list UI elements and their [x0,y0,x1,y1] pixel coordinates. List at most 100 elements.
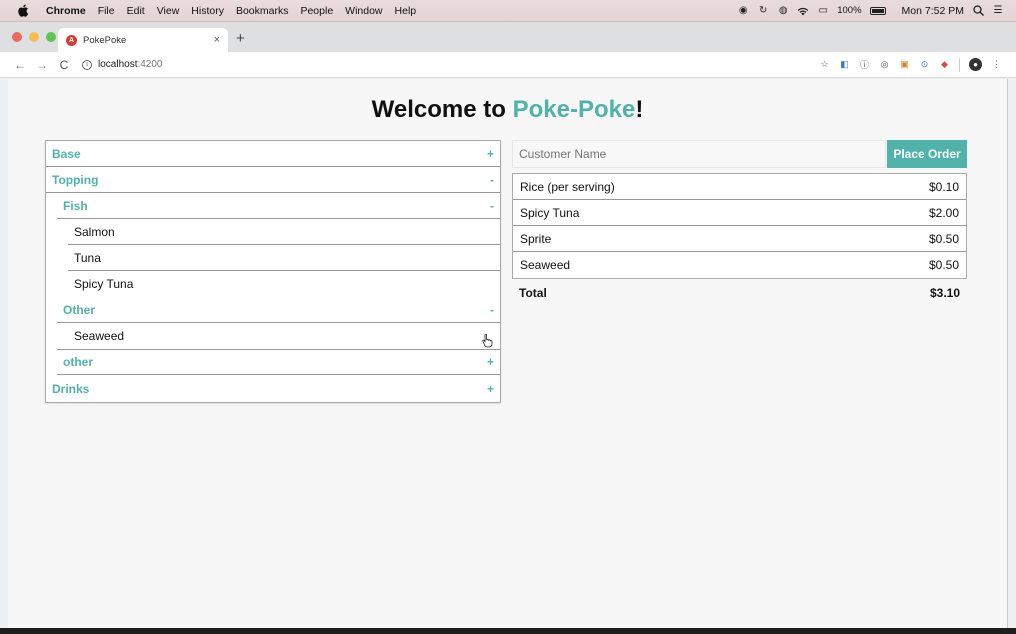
chrome-menu-icon[interactable]: ⋮ [991,59,1002,70]
menu-item-salmon[interactable]: Salmon [68,219,500,245]
site-info-icon[interactable]: i [82,59,92,70]
tab-pokepoke[interactable]: A PokePoke × [58,28,228,52]
menu-item-label: Tuna [74,250,101,265]
customer-name-input[interactable] [512,140,886,168]
place-order-button[interactable]: Place Order [887,140,967,168]
expand-plus-icon[interactable]: + [487,382,494,396]
menubar-clock[interactable]: Mon 7:52 PM [902,5,964,17]
category-base-label: Base [52,146,81,161]
menu-window[interactable]: Window [345,5,382,17]
subcategory-fish[interactable]: Fish - [57,193,500,219]
extension-gray-icon[interactable]: ◎ [879,59,890,70]
menu-item-seaweed[interactable]: Seaweed [68,323,500,349]
menu-file[interactable]: File [98,5,115,17]
menu-bookmarks[interactable]: Bookmarks [236,5,289,17]
order-line-name: Rice (per serving) [520,179,615,194]
hand-cursor-icon [482,334,493,348]
apple-icon[interactable] [16,4,30,18]
order-total-price: $3.10 [929,286,960,300]
browser-toolbar: ← → C i localhost:4200 ☆ ◧ ⓘ ◎ ▣ ⊙ ◆ ● ⋮ [0,52,1016,78]
toolbar-divider [959,57,960,72]
extension-blue-icon[interactable]: ◧ [839,59,850,70]
menu-help[interactable]: Help [395,5,417,17]
window-minimize-button[interactable] [29,32,39,42]
window-maximize-button[interactable] [46,32,56,42]
spotlight-search-icon[interactable] [972,5,984,17]
page-viewport: Welcome to Poke-Poke! Base + Topping - F… [8,79,1007,628]
extensions-area: ☆ ◧ ⓘ ◎ ▣ ⊙ ◆ ● ⋮ [819,57,1016,72]
angular-favicon-icon: A [66,34,77,46]
menu-item-label: Seaweed [74,329,125,343]
page-title: Welcome to Poke-Poke! [8,96,1007,124]
page-title-suffix: ! [635,96,644,123]
menu-view[interactable]: View [157,5,180,17]
new-tab-button[interactable]: + [236,31,245,47]
forward-button[interactable]: → [34,57,50,73]
browser-tabstrip: A PokePoke × + [0,22,1016,52]
order-line-name: Sprite [520,231,552,246]
battery-percent: 100% [837,5,862,16]
subcategory-other-label: Other [63,302,96,317]
menu-edit[interactable]: Edit [127,5,145,17]
menu-people[interactable]: People [300,5,333,17]
order-line-price: $0.50 [928,258,959,272]
address-bar[interactable]: i localhost:4200 [82,59,163,70]
wifi-icon[interactable] [797,5,809,17]
order-line: Seaweed $0.50 [513,252,966,278]
menu-tree-panel: Base + Topping - Fish - Salmon Tuna Spic… [45,140,501,403]
subcategory-other-lower[interactable]: other + [57,349,500,375]
order-line-name: Seaweed [520,258,571,272]
profile-avatar-icon[interactable]: ● [969,58,982,71]
page-title-prefix: Welcome to [371,96,513,123]
tab-close-icon[interactable]: × [214,34,220,46]
order-line: Sprite $0.50 [513,226,966,252]
order-line: Rice (per serving) $0.10 [513,174,966,200]
extension-orange-icon[interactable]: ▣ [899,59,910,70]
battery-icon[interactable] [869,6,886,15]
menu-item-spicy-tuna[interactable]: Spicy Tuna [68,271,500,297]
menu-history[interactable]: History [191,5,224,17]
subcategory-other[interactable]: Other - [57,297,500,323]
collapse-minus-icon[interactable]: - [490,199,494,213]
category-topping-label: Topping [52,172,99,187]
airplay-icon[interactable]: ▭ [817,5,829,17]
window-right-edge [1007,79,1016,628]
url-host: localhost [98,59,138,70]
page-title-brand: Poke-Poke [512,96,636,123]
extension-color-icon[interactable]: ◆ [939,59,950,70]
tab-title: PokePoke [83,34,127,46]
subcategory-other-lower-label: other [63,355,93,369]
menu-app-chrome[interactable]: Chrome [46,5,86,17]
menu-item-label: Spicy Tuna [74,277,134,291]
window-close-button[interactable] [12,32,22,42]
bookmark-star-icon[interactable]: ☆ [819,59,830,70]
order-line-price: $0.10 [928,179,959,194]
category-base[interactable]: Base + [46,141,500,167]
category-topping[interactable]: Topping - [46,167,500,193]
menubar-status-area: ◉ ↻ ◍ ▭ 100% Mon 7:52 PM ☰ [737,5,1016,17]
order-total-label: Total [519,286,547,300]
expand-plus-icon[interactable]: + [487,355,494,369]
order-line-price: $0.50 [928,231,959,246]
category-drinks[interactable]: Drinks + [46,376,500,402]
macos-menubar: Chrome File Edit View History Bookmarks … [0,0,1016,22]
collapse-minus-icon[interactable]: - [490,173,494,187]
menu-item-label: Salmon [74,224,115,239]
category-drinks-label: Drinks [52,382,90,396]
window-bottom-edge [0,628,1016,634]
collapse-minus-icon[interactable]: - [490,303,494,317]
notification-center-icon[interactable]: ☰ [992,5,1004,17]
back-button[interactable]: ← [12,57,28,73]
extension-info-icon[interactable]: ⓘ [859,59,870,70]
url-port: :4200 [137,59,163,70]
sync-icon[interactable]: ↻ [757,5,769,17]
order-total: Total $3.10 [512,283,967,303]
reload-button[interactable]: C [56,57,72,73]
extension-target-icon[interactable]: ⊙ [919,59,930,70]
window-controls [12,32,56,42]
expand-plus-icon[interactable]: + [487,147,494,161]
record-icon[interactable]: ◉ [737,5,749,17]
order-list: Rice (per serving) $0.10 Spicy Tuna $2.0… [512,173,967,279]
shield-icon[interactable]: ◍ [777,5,789,17]
menu-item-tuna[interactable]: Tuna [68,245,500,271]
